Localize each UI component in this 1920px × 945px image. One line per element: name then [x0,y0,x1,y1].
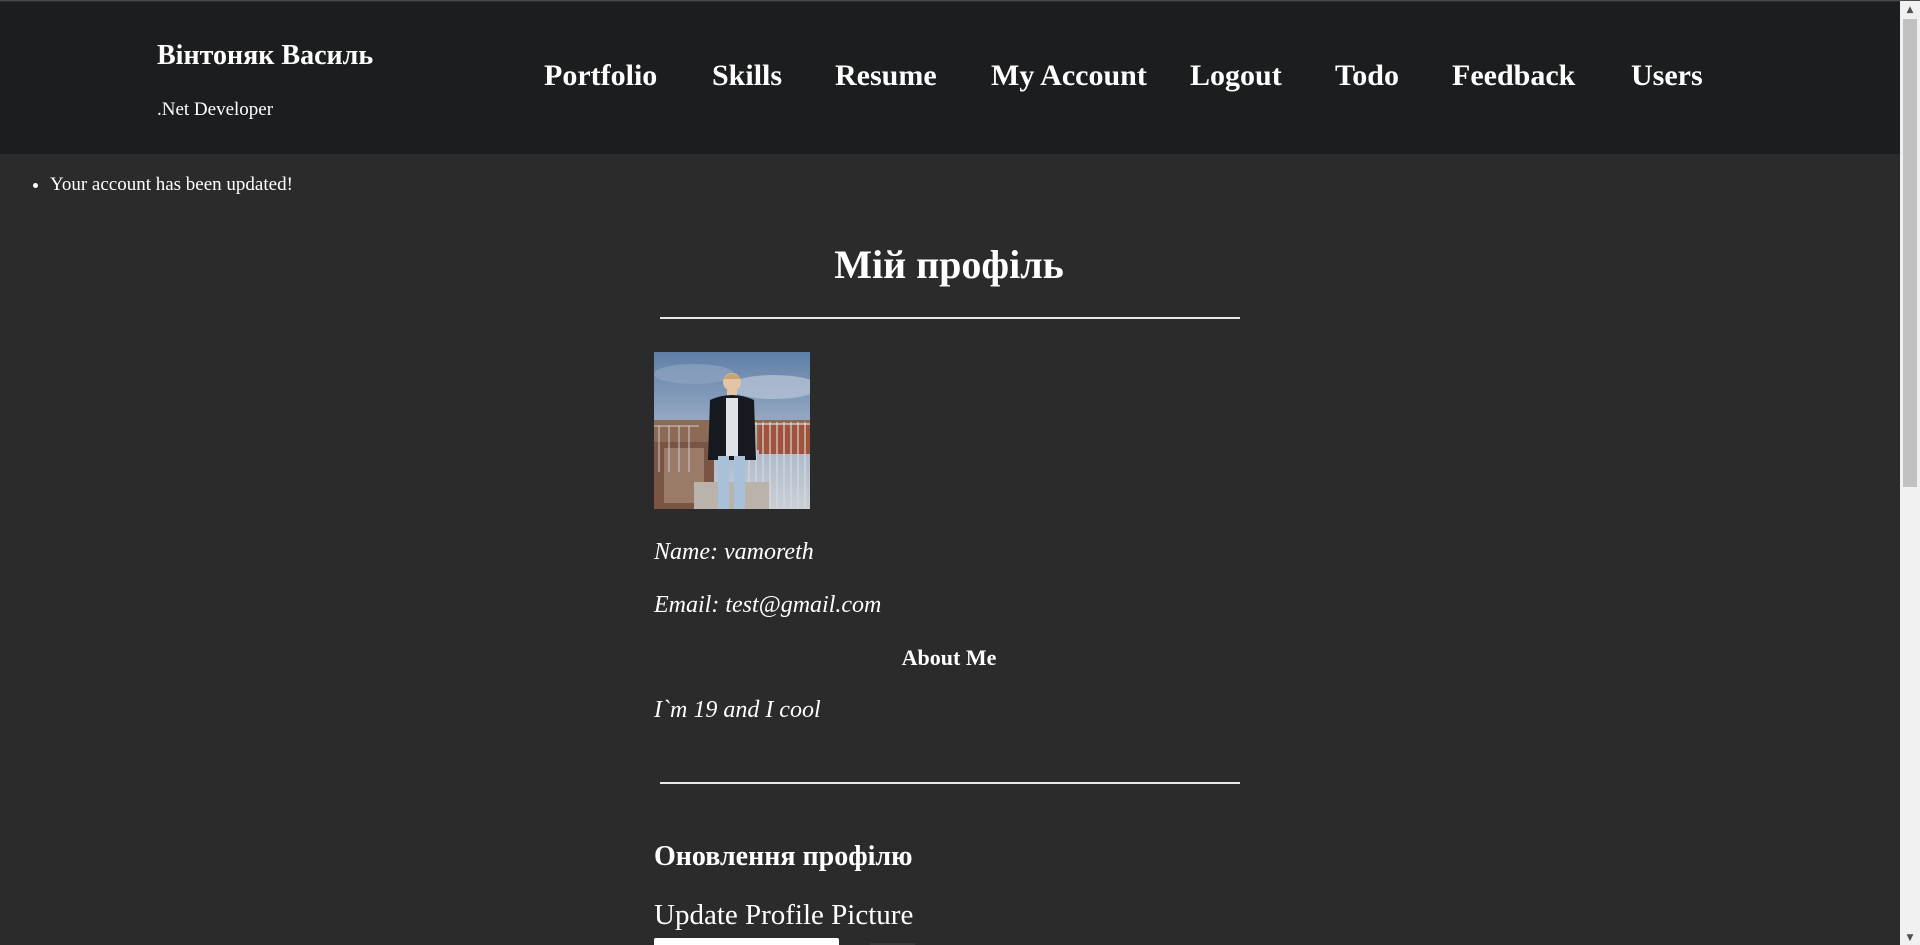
nav-link-my-account[interactable]: My Account [991,59,1147,93]
vertical-scrollbar[interactable]: ▲ ▼ [1900,1,1920,945]
update-picture-label: Update Profile Picture [654,899,914,931]
file-upload-input[interactable] [654,938,839,945]
about-heading: About Me [901,645,997,670]
scroll-down-icon[interactable]: ▼ [1900,929,1920,945]
nav-link-skills[interactable]: Skills [712,59,782,93]
nav-link-feedback[interactable]: Feedback [1452,59,1575,93]
scroll-up-icon[interactable]: ▲ [1900,1,1920,18]
brand-subtitle: .Net Developer [157,99,274,120]
site-header: Вінтоняк Василь .Net Developer Portfolio… [0,2,1900,154]
nav-link-todo[interactable]: Todo [1335,59,1399,93]
nav-link-users[interactable]: Users [1631,59,1703,93]
scrollbar-thumb[interactable] [1903,19,1917,487]
about-text: I`m 19 and I cool [654,697,821,723]
nav-link-resume[interactable]: Resume [835,59,937,93]
flash-message: Your account has been updated! [50,171,293,199]
browser-viewport: Вінтоняк Василь .Net Developer Portfolio… [0,0,1920,945]
nav-link-portfolio[interactable]: Portfolio [544,59,657,93]
brand-name: Вінтоняк Василь [157,40,374,71]
profile-picture [654,352,810,509]
divider [660,782,1240,784]
page-title: Мій профіль [834,242,1064,287]
flash-messages: Your account has been updated! [0,171,293,199]
profile-name: Name: vamoreth [654,539,814,565]
divider [660,317,1240,319]
nav-link-logout[interactable]: Logout [1190,59,1282,93]
update-profile-heading: Оновлення профілю [654,841,913,872]
profile-email: Email: test@gmail.com [654,592,882,618]
